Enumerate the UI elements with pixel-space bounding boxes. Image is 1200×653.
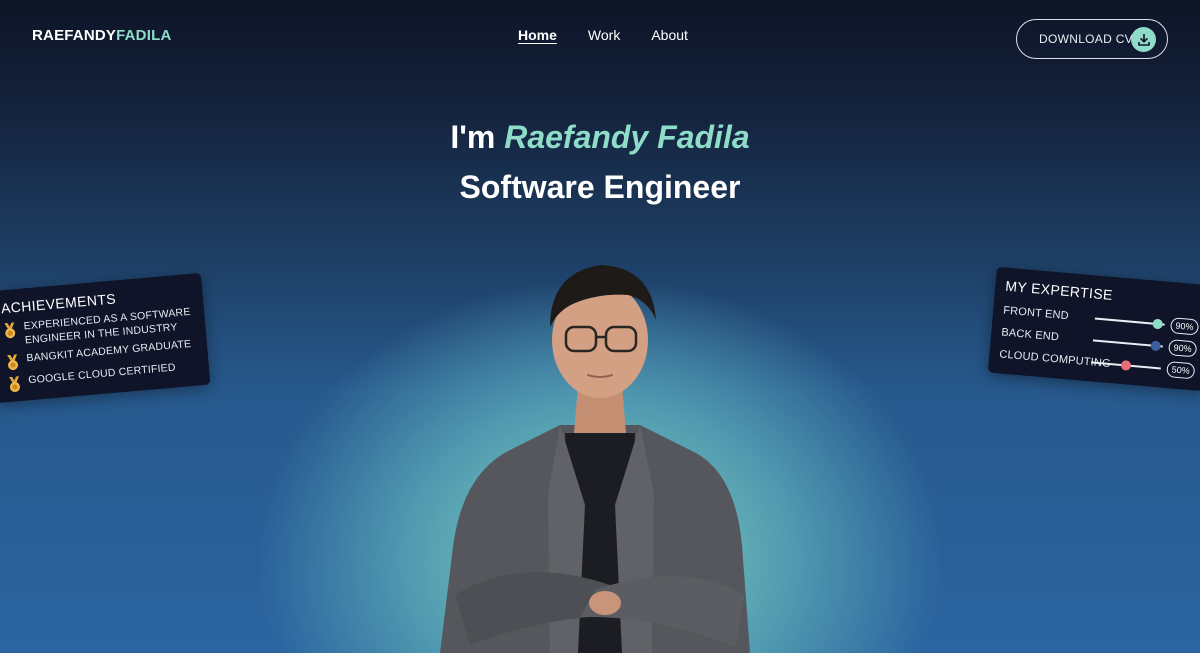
achievements-card: ACHIEVEMENTS EXPERIENCED AS A SOFTWARE EN… xyxy=(0,272,211,404)
medal-icon xyxy=(4,322,16,339)
medal-icon xyxy=(7,354,19,371)
expertise-card: MY EXPERTISE FRONT END 90% BACK END 90% … xyxy=(987,266,1200,392)
hero-intro: I'm Raefandy Fadila xyxy=(0,115,1200,159)
skill-percent: 50% xyxy=(1166,361,1196,380)
skill-percent: 90% xyxy=(1169,317,1200,336)
skill-slider-knob xyxy=(1150,340,1162,352)
logo-first-name: RAEFANDY xyxy=(32,27,117,44)
nav-home[interactable]: Home xyxy=(518,27,557,43)
download-cv-button[interactable]: DOWNLOAD CV xyxy=(1016,19,1168,59)
download-cv-label: DOWNLOAD CV xyxy=(1039,32,1133,46)
skill-percent: 90% xyxy=(1167,339,1198,358)
hero-greeting: I'm xyxy=(450,119,496,155)
skill-slider-track xyxy=(1092,339,1163,352)
main-nav: Home Work About xyxy=(518,27,688,43)
nav-about[interactable]: About xyxy=(651,27,688,43)
hero-heading: I'm Raefandy Fadila Software Engineer xyxy=(0,115,1200,209)
nav-work[interactable]: Work xyxy=(588,27,620,43)
download-icon xyxy=(1131,27,1156,52)
logo-last-name: FADILA xyxy=(116,27,172,44)
profile-photo xyxy=(440,265,750,653)
skill-name: CLOUD COMPUTING xyxy=(998,348,1112,371)
site-logo[interactable]: RAEFANDYFADILA xyxy=(32,27,171,44)
hero-name: Raefandy Fadila xyxy=(504,119,750,155)
skill-slider-track xyxy=(1094,317,1165,330)
skill-name: FRONT END xyxy=(1002,304,1070,323)
medal-icon xyxy=(9,376,20,393)
skill-slider-knob xyxy=(1152,318,1164,330)
skill-slider-knob xyxy=(1120,359,1132,371)
skill-name: BACK END xyxy=(1000,326,1060,344)
hero-role: Software Engineer xyxy=(459,169,741,205)
